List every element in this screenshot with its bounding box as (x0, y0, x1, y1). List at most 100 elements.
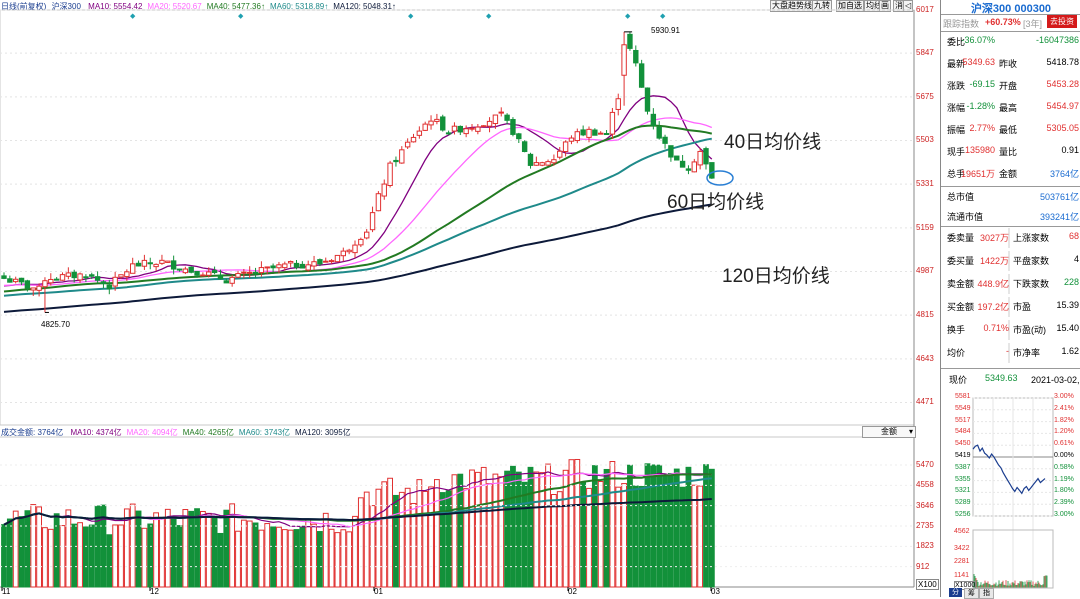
candle (18, 277, 25, 283)
candle (709, 162, 715, 179)
bottom-tab[interactable]: 筹 (964, 588, 979, 599)
volume-bar (217, 532, 224, 588)
event-marker: ◆ (486, 13, 492, 20)
candle (469, 127, 475, 130)
candle (445, 132, 452, 135)
volume-y-tick-label: 5470 (916, 460, 934, 469)
volume-bar (258, 529, 265, 588)
x-tick-label: 12 (150, 587, 159, 596)
candle (235, 273, 241, 278)
candle (200, 274, 206, 277)
bottom-tab[interactable]: 分 (949, 588, 962, 597)
candle (71, 271, 77, 279)
low-label: 4825.70 (41, 320, 70, 329)
y-tick-label: 5503 (916, 135, 934, 145)
volume-bar (317, 531, 323, 588)
bottom-tab[interactable]: 指 (979, 588, 994, 599)
candle (674, 155, 680, 161)
candle (586, 128, 592, 138)
volume-bar (586, 487, 592, 588)
candle (416, 130, 423, 136)
candle (241, 271, 247, 274)
quote-panel: 沪深300 000300 跟踪指数 +60.73% [3年] 去投资 委比 -36… (940, 0, 1080, 599)
candle (299, 263, 306, 269)
price-chart[interactable]: ◆ ◆ ◆ ◆ ◆ ◆ (0, 0, 940, 597)
x-tick-label: 02 (568, 587, 577, 596)
candle (106, 284, 112, 290)
volume-bar (47, 528, 54, 588)
candle (118, 274, 124, 278)
volume-ma-legend-item: MA10: 4374亿 (70, 428, 122, 437)
volume-bar (30, 504, 37, 588)
volume-bar (170, 516, 177, 588)
volume-bar (510, 465, 516, 588)
candle (130, 263, 136, 274)
candle (516, 133, 522, 140)
candle (317, 259, 323, 265)
volume-y-tick-label: 2735 (916, 521, 934, 530)
volume-ma-legend-item: MA120: 3095亿 (295, 428, 351, 437)
y-tick-label: 4987 (916, 266, 934, 276)
candle (24, 280, 31, 289)
volume-bar (281, 529, 288, 588)
chevron-down-icon: ▾ (908, 427, 913, 436)
volume-bar (609, 461, 616, 588)
volume-bar (88, 524, 95, 588)
event-marker: ◆ (238, 13, 244, 20)
candle (662, 136, 668, 144)
intraday-price-tick: 5549 (955, 404, 971, 412)
volume-bar (1, 524, 7, 588)
candle (375, 193, 382, 212)
candle (703, 148, 709, 165)
candle (135, 262, 142, 267)
candle (270, 265, 276, 269)
candle (352, 244, 358, 254)
volume-bar (434, 479, 440, 588)
volume-bar (533, 471, 540, 588)
volume-bar (463, 488, 470, 588)
candle (328, 260, 335, 263)
intraday-pct-tick: 1.80% (1054, 487, 1074, 495)
candle (223, 280, 230, 284)
volume-bar (153, 512, 159, 588)
candle (293, 262, 300, 268)
volume-bar (305, 519, 312, 588)
intraday-pct-tick: 1.20% (1054, 428, 1074, 436)
x-tick-label: 03 (711, 587, 720, 596)
volume-dropdown[interactable]: 金额 ▾ (862, 426, 916, 438)
candle (562, 141, 569, 153)
candle (627, 33, 633, 49)
volume-bar (340, 529, 347, 588)
intraday-chart[interactable] (941, 0, 1080, 597)
candle (393, 159, 399, 163)
volume-bar (697, 485, 704, 588)
candle (399, 149, 405, 164)
volume-y-tick-label: 3646 (916, 500, 934, 510)
volume-bar (287, 529, 294, 588)
volume-bar (668, 472, 674, 588)
candle (36, 285, 42, 291)
intraday-price-tick: 5450 (955, 440, 971, 448)
candle (486, 120, 493, 127)
intraday-pct-tick: 3.00% (1054, 511, 1074, 518)
candle (521, 141, 528, 153)
volume-bar (474, 471, 481, 588)
volume-bar (381, 481, 388, 588)
volume-bar (147, 523, 154, 588)
annotation-ma60: 60日均价线 (667, 192, 765, 213)
volume-bar (188, 510, 195, 588)
candle (258, 267, 265, 274)
event-marker: ◆ (408, 13, 414, 20)
volume-bar (12, 510, 19, 588)
volume-bar (334, 532, 341, 588)
candle (603, 133, 610, 136)
volume-bar (621, 483, 628, 588)
candle (48, 278, 54, 284)
intraday-price-tick: 5517 (955, 416, 971, 424)
volume-ma-legend-item: MA20: 4094亿 (126, 428, 178, 437)
volume-dropdown-label: 金额 (881, 427, 897, 436)
volume-bar (24, 510, 31, 588)
volume-ma-legend-item: MA60: 3743亿 (238, 428, 291, 437)
candle (112, 276, 118, 287)
candle (188, 266, 194, 273)
